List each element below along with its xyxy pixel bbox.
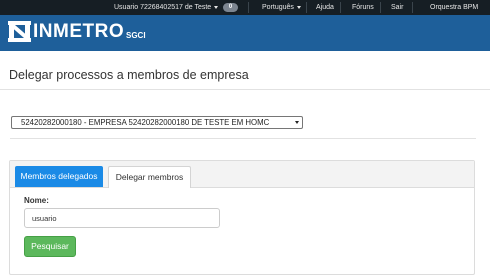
user-menu-label: Usuario 72268402517 de Teste — [114, 4, 212, 11]
system-name[interactable]: SGCI — [126, 31, 146, 40]
tab-bar: Membros delegados Delegar membros — [10, 161, 474, 188]
tab-delegar-membros[interactable]: Delegar membros — [108, 166, 191, 188]
forums-link[interactable]: Fóruns — [352, 0, 374, 15]
name-label: Nome: — [24, 196, 49, 205]
user-menu[interactable]: Usuario 72268402517 de Teste — [114, 0, 219, 15]
topbar-divider — [380, 2, 381, 13]
topbar-divider — [340, 2, 341, 13]
notifications-badge[interactable]: 0 — [223, 3, 238, 12]
company-select[interactable]: 52420282000180 - EMPRESA 52420282000180 … — [11, 116, 303, 129]
top-navbar: Usuario 72268402517 de Teste 0 Português… — [0, 0, 490, 15]
language-menu-label: Português — [262, 4, 294, 11]
topbar-divider — [248, 2, 249, 13]
tab-membros-delegados[interactable]: Membros delegados — [15, 166, 103, 187]
title-divider — [0, 89, 490, 90]
name-input[interactable] — [24, 208, 220, 228]
topbar-divider — [306, 2, 307, 13]
chevron-down-icon — [296, 5, 301, 9]
chevron-down-icon — [295, 121, 299, 124]
help-link[interactable]: Ajuda — [316, 0, 334, 15]
select-divider — [10, 138, 476, 139]
product-name[interactable]: Orquestra BPM — [430, 0, 478, 15]
chevron-down-icon — [214, 5, 219, 9]
inmetro-logo-icon[interactable] — [8, 21, 31, 42]
page-title: Delegar processos a membros de empresa — [9, 68, 249, 82]
company-select-value: 52420282000180 - EMPRESA 52420282000180 … — [21, 118, 270, 127]
brand-name[interactable]: INMETRO — [33, 21, 124, 43]
search-button[interactable]: Pesquisar — [24, 236, 76, 257]
logout-link[interactable]: Sair — [391, 0, 403, 15]
language-menu[interactable]: Português — [262, 0, 301, 15]
topbar-divider — [412, 2, 413, 13]
